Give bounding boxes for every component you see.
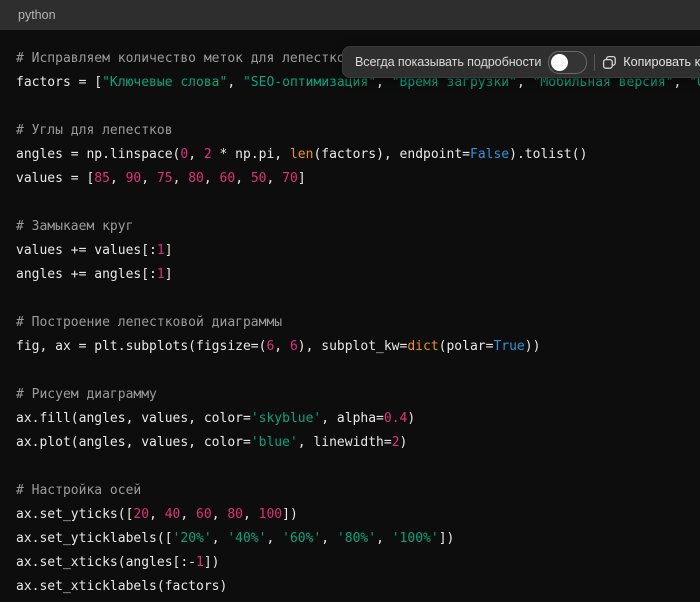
code-line: ax.set_xticks(angles[:-1]) <box>16 551 700 575</box>
code-line: fig, ax = plt.subplots(figsize=(6, 6), s… <box>16 335 700 359</box>
code-line <box>16 455 700 479</box>
code-line: ax.fill(angles, values, color='skyblue',… <box>16 407 700 431</box>
toolbar-divider <box>594 54 595 71</box>
code-line: # Углы для лепестков <box>16 119 700 143</box>
code-line: # Настройка осей <box>16 479 700 503</box>
copy-code-label: Копировать код <box>623 55 700 69</box>
code-line: values += values[:1] <box>16 239 700 263</box>
toggle-knob-icon <box>551 54 568 71</box>
code-line: ax.set_yticks([20, 40, 60, 80, 100]) <box>16 503 700 527</box>
code-toolbar: Всегда показывать подробности Копировать… <box>342 46 700 78</box>
code-line <box>16 95 700 119</box>
always-show-details-label: Всегда показывать подробности <box>355 55 541 69</box>
copy-icon <box>602 55 617 70</box>
copy-code-button[interactable]: Копировать код <box>602 55 700 70</box>
code-line: angles += angles[:1] <box>16 263 700 287</box>
code-line <box>16 287 700 311</box>
code-line: angles = np.linspace(0, 2 * np.pi, len(f… <box>16 143 700 167</box>
code-block-header: python <box>0 0 700 30</box>
code-line: # Рисуем диаграмму <box>16 383 700 407</box>
code-line: ax.set_yticklabels(['20%', '40%', '60%',… <box>16 527 700 551</box>
code-line: values = [85, 90, 75, 80, 60, 50, 70] <box>16 167 700 191</box>
code-line: ax.set_xticklabels(factors) <box>16 575 700 599</box>
code-line: # Построение лепестковой диаграммы <box>16 311 700 335</box>
language-label: python <box>18 8 56 22</box>
code-line <box>16 191 700 215</box>
details-toggle[interactable] <box>548 51 587 74</box>
code-area: # Исправляем количество меток для лепест… <box>0 30 700 599</box>
code-line <box>16 359 700 383</box>
code-line: # Замыкаем круг <box>16 215 700 239</box>
code-line: ax.plot(angles, values, color='blue', li… <box>16 431 700 455</box>
code-block: python # Исправляем количество меток для… <box>0 0 700 602</box>
